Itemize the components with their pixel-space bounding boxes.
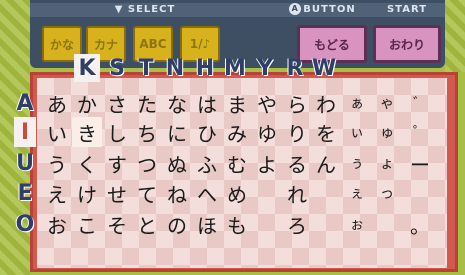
background-pattern-right (445, 0, 465, 72)
kana-key[interactable]: い (42, 117, 72, 147)
kana-key[interactable]: ら (282, 88, 312, 118)
kana-key[interactable]: け (72, 178, 102, 208)
kana-key[interactable]: た (132, 88, 162, 118)
kana-key[interactable]: つ (132, 148, 162, 178)
kana-key[interactable]: ほ (192, 209, 222, 239)
start-header: START (386, 4, 428, 15)
row-label-u: U (16, 150, 34, 176)
kana-key[interactable]: ぃ (342, 117, 372, 147)
kana-key[interactable]: ょ (372, 148, 402, 178)
kana-key[interactable]: ゅ (372, 117, 402, 147)
kana-key[interactable]: ふ (192, 148, 222, 178)
kana-key[interactable]: か (72, 88, 102, 118)
column-label-r: R (286, 55, 304, 81)
kana-key[interactable]: ー (405, 148, 435, 178)
column-label-k: K (74, 54, 100, 82)
kana-key[interactable]: え (42, 178, 72, 208)
kana-key[interactable]: そ (102, 209, 132, 239)
kana-key[interactable]: へ (192, 178, 222, 208)
row-label-a: A (16, 90, 34, 116)
column-label-w: W (311, 55, 337, 81)
kana-key[interactable]: の (162, 209, 192, 239)
kana-key[interactable]: ろ (282, 209, 312, 239)
kana-key[interactable]: り (282, 117, 312, 147)
column-label-n: N (165, 55, 185, 81)
column-label-y: Y (257, 55, 273, 81)
kana-key[interactable]: み (222, 117, 252, 147)
kana-key[interactable]: ま (222, 88, 252, 118)
kana-key[interactable]: あ (42, 88, 72, 118)
button-header: A BUTTON (275, 3, 370, 17)
column-label-t: T (138, 55, 154, 81)
kana-key[interactable]: ぁ (342, 88, 372, 118)
kana-key[interactable]: と (132, 209, 162, 239)
column-label-h: H (195, 55, 215, 81)
kana-key[interactable]: ぉ (342, 209, 372, 239)
select-header: ▼ SELECT (114, 4, 176, 15)
kana-key[interactable]: ぅ (342, 148, 372, 178)
kana-key[interactable]: ね (162, 178, 192, 208)
done-button[interactable]: おわり (373, 25, 441, 63)
kana-key[interactable]: ゜ (405, 117, 435, 147)
kana-key[interactable]: め (222, 178, 252, 208)
kana-key[interactable]: す (102, 148, 132, 178)
kana-key[interactable]: に (162, 117, 192, 147)
kana-key[interactable]: て (132, 178, 162, 208)
row-label-o: O (15, 211, 35, 237)
kana-key[interactable]: こ (72, 209, 102, 239)
kana-key[interactable]: く (72, 148, 102, 178)
kana-key[interactable]: き (72, 117, 102, 147)
kana-key[interactable]: っ (372, 178, 402, 208)
column-label-s: S (109, 55, 125, 81)
kana-key[interactable]: 。 (405, 209, 435, 239)
kana-key[interactable]: ゃ (372, 88, 402, 118)
kana-key[interactable]: ひ (192, 117, 222, 147)
row-label-i: I (14, 117, 36, 147)
kana-key[interactable]: る (282, 148, 312, 178)
column-label-m: M (224, 55, 246, 81)
kana-key[interactable]: お (42, 209, 72, 239)
kana-key[interactable]: れ (282, 178, 312, 208)
kana-key[interactable]: ゛ (405, 88, 435, 118)
kana-key[interactable]: し (102, 117, 132, 147)
kana-key[interactable]: わ (311, 88, 341, 118)
kana-key[interactable]: な (162, 88, 192, 118)
kana-key[interactable]: は (192, 88, 222, 118)
a-button-icon: A (289, 3, 302, 15)
kana-key[interactable]: よ (252, 148, 282, 178)
kana-key[interactable]: ゆ (252, 117, 282, 147)
kana-key[interactable]: ん (311, 148, 341, 178)
kana-key[interactable]: も (222, 209, 252, 239)
kana-key[interactable]: ぇ (342, 178, 372, 208)
kana-key[interactable]: ぬ (162, 148, 192, 178)
kana-key[interactable]: や (252, 88, 282, 118)
row-label-e: E (17, 180, 33, 206)
button-header-label: BUTTON (303, 4, 356, 15)
kana-key[interactable]: う (42, 148, 72, 178)
kana-key[interactable]: せ (102, 178, 132, 208)
kana-key[interactable]: さ (102, 88, 132, 118)
kana-key[interactable]: む (222, 148, 252, 178)
kana-key[interactable]: ち (132, 117, 162, 147)
kana-key[interactable]: を (311, 117, 341, 147)
